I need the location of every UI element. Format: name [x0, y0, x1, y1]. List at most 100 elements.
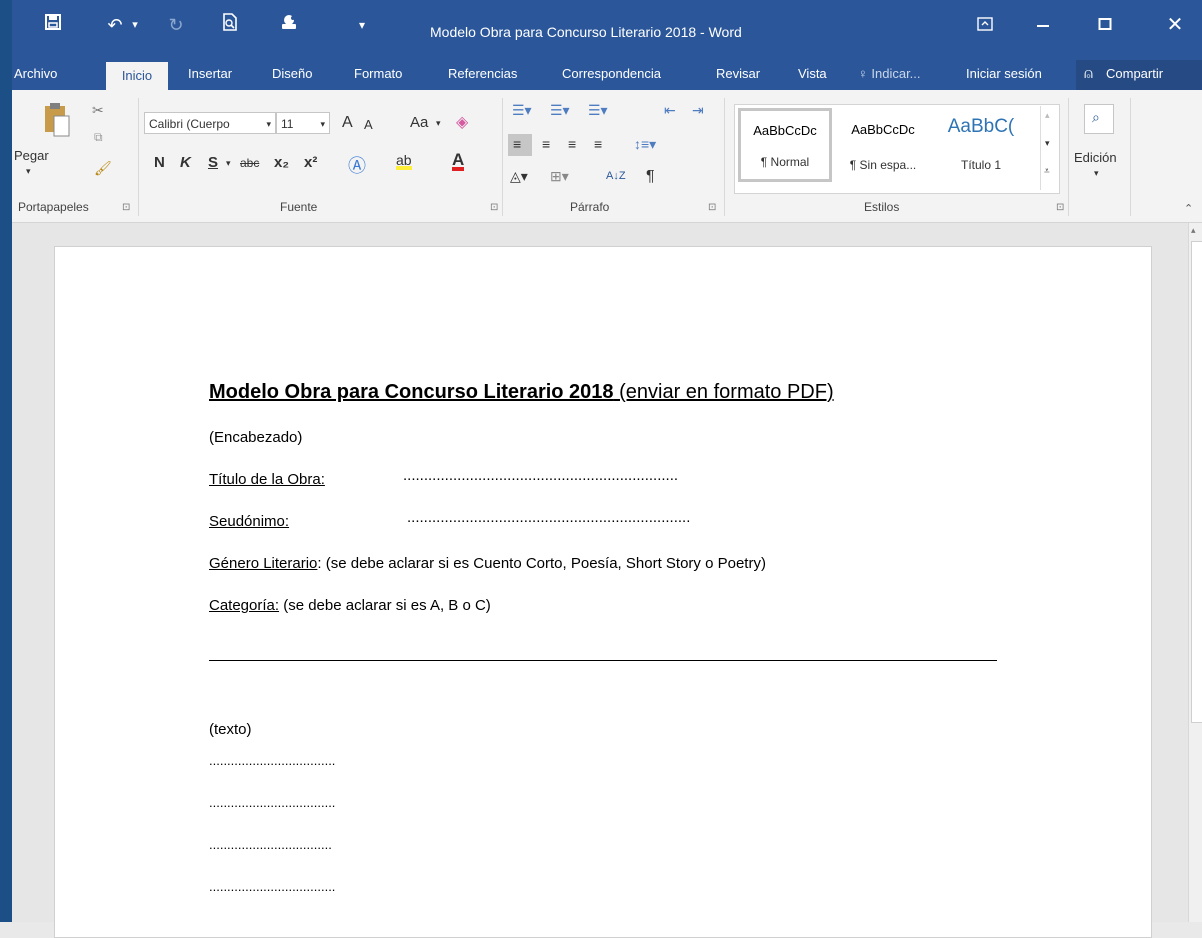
font-group-label: Fuente — [280, 200, 318, 214]
tab-correspondencia[interactable]: Correspondencia — [562, 66, 661, 81]
cut-icon[interactable]: ✂ — [92, 102, 104, 119]
chevron-down-icon[interactable]: ▾ — [436, 118, 441, 129]
shrink-font-button[interactable]: A — [364, 117, 373, 132]
font-size-value: 11 — [281, 117, 294, 131]
clipboard-launcher-icon[interactable]: ⊡ — [122, 202, 130, 213]
tab-formato[interactable]: Formato — [354, 66, 402, 81]
font-color-icon[interactable]: A — [452, 150, 465, 171]
copy-icon[interactable]: ⧉ — [94, 130, 103, 145]
multilevel-list-icon[interactable]: ☰▾ — [588, 102, 608, 119]
customize-quick-access-icon[interactable]: ▾ — [352, 10, 372, 40]
styles-group-label: Estilos — [864, 200, 900, 214]
editing-button[interactable]: ⌕ — [1084, 104, 1114, 134]
editing-label[interactable]: Edición — [1074, 150, 1117, 165]
grow-font-button[interactable]: A — [342, 114, 353, 132]
tab-diseno[interactable]: Diseño — [272, 66, 312, 81]
share-label: Compartir — [1106, 66, 1164, 81]
minimize-icon[interactable] — [1028, 10, 1058, 40]
horizontal-rule — [209, 660, 997, 661]
bold-button[interactable]: N — [154, 154, 165, 171]
subscript-button[interactable]: x₂ — [274, 154, 289, 171]
pseudonym-label: Seudónimo: — [209, 513, 290, 530]
align-right-icon[interactable]: ≡ — [568, 136, 576, 152]
change-case-button[interactable]: Aa — [410, 114, 428, 131]
decrease-indent-icon[interactable]: ⇤ — [664, 102, 676, 119]
justify-icon[interactable]: ≡ — [594, 136, 602, 152]
borders-icon[interactable]: ⊞▾ — [550, 168, 569, 185]
genre-line: Género Literario: (se debe aclarar si es… — [209, 555, 766, 572]
align-left-button[interactable]: ≡ — [508, 134, 532, 156]
scroll-down-icon[interactable]: ▾ — [1045, 138, 1050, 149]
italic-button[interactable]: K — [180, 154, 191, 171]
format-painter-icon[interactable]: 🖌 — [94, 160, 112, 177]
chevron-down-icon[interactable]: ▾ — [1094, 168, 1099, 179]
strikethrough-button[interactable]: abc — [240, 156, 259, 170]
highlight-icon[interactable]: ab — [396, 152, 412, 170]
superscript-button[interactable]: x² — [304, 154, 317, 171]
tab-inicio-label: Inicio — [121, 68, 153, 83]
share-button[interactable]: ⍝ Compartir — [1076, 60, 1202, 90]
scroll-up-icon[interactable]: ▴ — [1191, 225, 1196, 236]
group-separator — [1068, 98, 1069, 216]
font-name-combo[interactable]: Calibri (Cuerpo ▾ — [144, 112, 276, 134]
undo-dropdown-icon[interactable]: ▾ — [128, 10, 142, 40]
window-left-edge — [0, 0, 12, 922]
scroll-up-icon[interactable]: ▴ — [1045, 110, 1050, 121]
style-no-spacing[interactable]: AaBbCcDc ¶ Sin espa... — [836, 110, 930, 184]
styles-launcher-icon[interactable]: ⊡ — [1056, 202, 1064, 213]
ribbon-display-options-icon[interactable] — [972, 10, 998, 40]
style-normal[interactable]: AaBbCcDc ¶ Normal — [738, 108, 832, 182]
undo-icon[interactable]: ↶ — [100, 10, 130, 40]
chevron-down-icon: ▾ — [266, 119, 271, 129]
sort-button[interactable]: A↓Z — [606, 170, 626, 182]
close-icon[interactable]: ✕ — [1160, 10, 1190, 40]
show-formatting-button[interactable]: ¶ — [646, 168, 655, 186]
tab-revisar[interactable]: Revisar — [716, 66, 760, 81]
shading-icon[interactable]: ◬▾ — [510, 168, 528, 185]
paste-dropdown-icon[interactable]: ▾ — [26, 166, 31, 177]
maximize-icon[interactable] — [1090, 10, 1120, 40]
dots-line: ................................... — [209, 753, 336, 768]
chevron-down-icon: ▾ — [320, 119, 325, 129]
paragraph-launcher-icon[interactable]: ⊡ — [708, 202, 716, 213]
tab-referencias[interactable]: Referencias — [448, 66, 517, 81]
font-launcher-icon[interactable]: ⊡ — [490, 202, 498, 213]
style-heading-1[interactable]: AaBbC( Título 1 — [934, 110, 1028, 184]
category-label: Categoría: — [209, 597, 280, 614]
line-spacing-icon[interactable]: ↕≡▾ — [634, 136, 656, 153]
font-size-combo[interactable]: 11 ▾ — [276, 112, 330, 134]
chevron-down-icon[interactable]: ▾ — [226, 158, 231, 169]
group-separator — [1130, 98, 1131, 216]
styles-more-icon[interactable]: ⩡ — [1044, 166, 1050, 177]
document-heading: Modelo Obra para Concurso Literario 2018… — [209, 381, 834, 404]
increase-indent-icon[interactable]: ⇥ — [692, 102, 704, 119]
vertical-scrollbar[interactable]: ▴ — [1188, 223, 1202, 922]
bullets-icon[interactable]: ☰▾ — [512, 102, 532, 119]
text-effects-icon[interactable]: Ⓐ — [348, 152, 366, 178]
document-page[interactable]: Modelo Obra para Concurso Literario 2018… — [54, 246, 1152, 938]
tab-vista[interactable]: Vista — [798, 66, 827, 81]
clear-formatting-icon[interactable]: ◈ — [456, 112, 468, 132]
touch-mode-icon[interactable] — [274, 10, 304, 40]
tell-me-box[interactable]: ♀ Indicar... — [858, 66, 921, 81]
scrollbar-thumb[interactable] — [1191, 241, 1202, 723]
group-separator — [502, 98, 503, 216]
align-center-icon[interactable]: ≡ — [542, 136, 550, 152]
underline-button[interactable]: S — [208, 154, 218, 171]
print-preview-icon[interactable] — [216, 10, 244, 40]
tab-archivo[interactable]: Archivo — [14, 66, 57, 81]
font-name-value: Calibri (Cuerpo — [149, 117, 230, 131]
sign-in-link[interactable]: Iniciar sesión — [966, 66, 1042, 81]
tab-insertar[interactable]: Insertar — [188, 66, 232, 81]
save-icon[interactable] — [38, 10, 68, 40]
collapse-ribbon-icon[interactable]: ⌃ — [1184, 202, 1193, 215]
paste-label[interactable]: Pegar — [14, 148, 49, 163]
paste-icon[interactable] — [42, 100, 72, 138]
dots-line: ................................... — [209, 879, 336, 894]
category-note: (se debe aclarar si es A, B o C) — [279, 597, 491, 614]
search-icon: ⌕ — [1092, 109, 1100, 125]
group-separator — [724, 98, 725, 216]
numbering-icon[interactable]: ☰▾ — [550, 102, 570, 119]
tab-inicio[interactable]: Inicio — [106, 62, 168, 92]
redo-icon: ↻ — [168, 15, 184, 35]
